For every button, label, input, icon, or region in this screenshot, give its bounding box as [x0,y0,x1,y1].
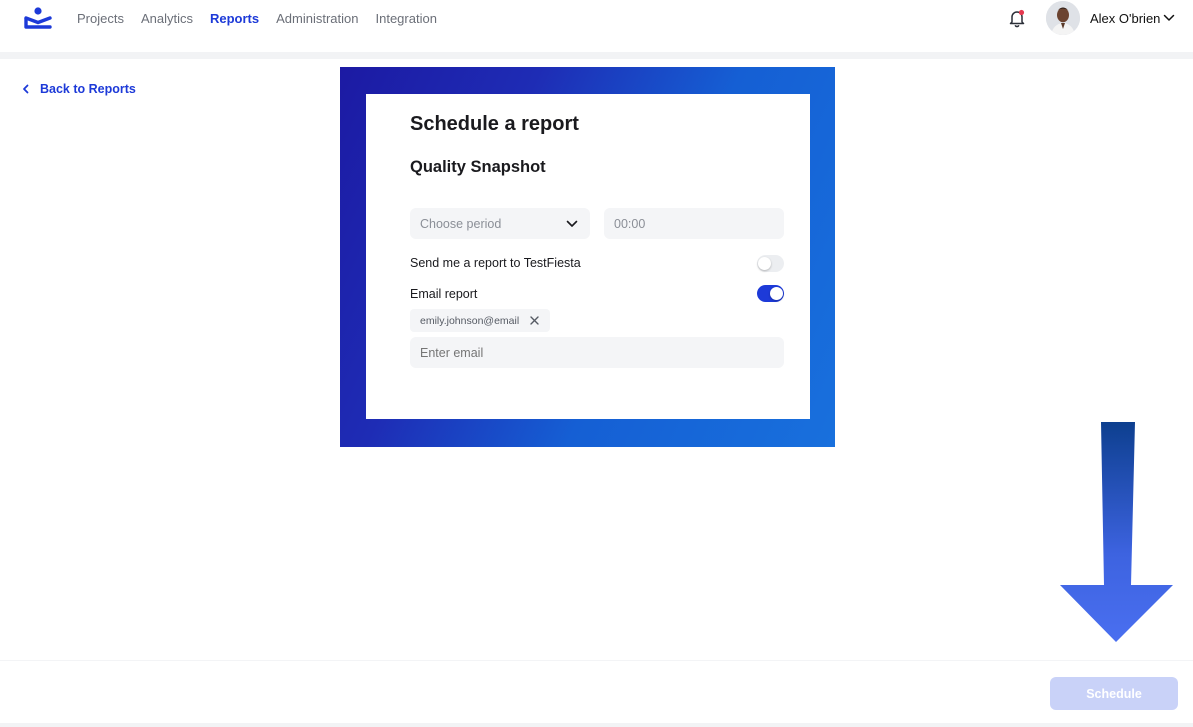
time-input[interactable]: 00:00 [604,208,784,239]
period-select-placeholder: Choose period [420,216,502,231]
nav-item-projects[interactable]: Projects [77,11,124,27]
nav-item-administration[interactable]: Administration [276,11,358,27]
page-title: Schedule a report [410,113,579,135]
notification-bell-icon[interactable] [1007,8,1027,28]
email-chip: emily.johnson@email [410,309,550,332]
user-avatar[interactable] [1046,1,1080,35]
user-name[interactable]: Alex O'brien [1090,11,1160,26]
nav-item-analytics[interactable]: Analytics [141,11,193,27]
chevron-down-icon [566,220,578,227]
email-report-toggle[interactable] [757,285,784,302]
send-to-app-toggle[interactable] [757,255,784,272]
arrow-down-icon [1060,422,1173,642]
footer-divider [0,660,1193,661]
send-to-app-label: Send me a report to TestFiesta [410,256,581,270]
app-logo-icon[interactable] [23,7,53,31]
nav-item-integration[interactable]: Integration [376,11,437,27]
period-select[interactable]: Choose period [410,208,590,239]
back-to-reports-link[interactable]: Back to Reports [21,82,136,96]
time-input-value: 00:00 [614,216,646,231]
close-icon[interactable] [529,315,540,326]
header-divider [0,52,1193,59]
report-name: Quality Snapshot [410,158,546,176]
toggle-knob [758,257,771,270]
nav-item-reports[interactable]: Reports [210,11,259,27]
chevron-left-icon [23,84,29,94]
chevron-down-icon[interactable] [1163,12,1175,24]
email-chip-label: emily.johnson@email [420,314,520,327]
avatar-portrait-icon [1046,1,1080,35]
email-report-label: Email report [410,287,478,301]
top-navigation-bar: Projects Analytics Reports Administratio… [0,0,1193,52]
main-nav: Projects Analytics Reports Administratio… [77,11,454,27]
email-input[interactable] [410,337,784,368]
bottom-divider [0,723,1193,727]
back-link-label: Back to Reports [40,82,136,96]
schedule-button[interactable]: Schedule [1050,677,1178,710]
toggle-knob [770,287,783,300]
